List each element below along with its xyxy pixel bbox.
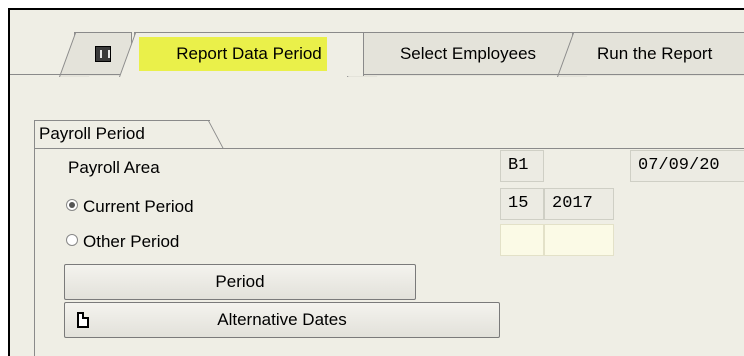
window-frame: Select Employees Run the Report Report D… (8, 8, 744, 356)
current-period-radio[interactable] (66, 199, 78, 211)
tab-select-employees[interactable]: Select Employees (347, 32, 574, 77)
other-period-option[interactable]: Other Period (66, 232, 179, 252)
tab-report-data-period[interactable]: Report Data Period (119, 32, 364, 77)
current-period-label: Current Period (83, 197, 194, 216)
other-period-field[interactable] (500, 224, 544, 256)
current-year-field[interactable]: 2017 (544, 188, 614, 220)
tab-run-the-report-label: Run the Report (597, 44, 713, 63)
info-icon (95, 46, 111, 62)
other-period-radio[interactable] (66, 234, 78, 246)
alternative-dates-label: Alternative Dates (217, 310, 347, 329)
period-button[interactable]: Period (64, 264, 416, 300)
tab-select-employees-label: Select Employees (399, 44, 537, 63)
tab-strip: Select Employees Run the Report Report D… (10, 10, 744, 77)
payroll-area-field[interactable]: B1 (500, 150, 544, 182)
group-title: Payroll Period (34, 120, 210, 148)
tab-run-the-report[interactable]: Run the Report (557, 32, 744, 77)
document-icon (77, 312, 89, 328)
period-button-label: Period (215, 272, 265, 291)
tab-report-data-period-label: Report Data Period (176, 44, 322, 63)
alternative-dates-button[interactable]: Alternative Dates (64, 302, 500, 338)
payroll-area-label: Payroll Area (68, 158, 160, 177)
other-period-label: Other Period (83, 232, 180, 251)
current-period-field[interactable]: 15 (500, 188, 544, 220)
payroll-area-date-field[interactable]: 07/09/20 (630, 150, 744, 182)
other-year-field[interactable] (544, 224, 614, 256)
current-period-option[interactable]: Current Period (66, 197, 194, 217)
